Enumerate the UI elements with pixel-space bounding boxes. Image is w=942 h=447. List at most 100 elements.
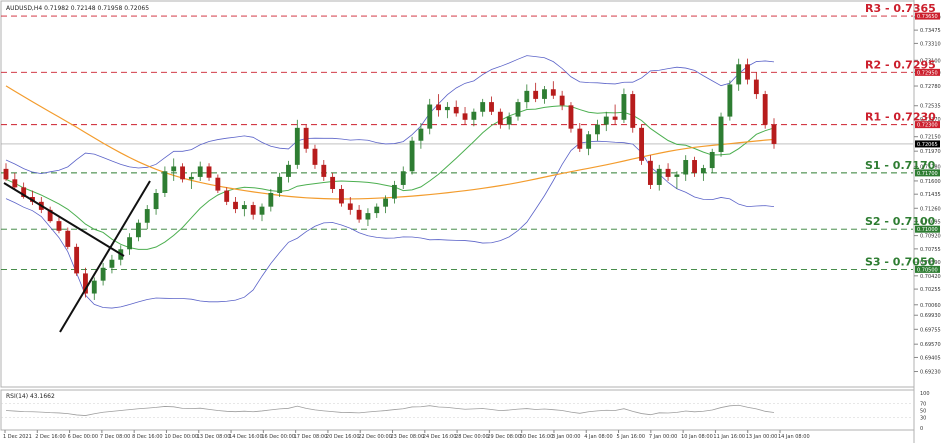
price-tick-label: 0.70255	[920, 287, 941, 293]
price-tick-label: 0.69405	[920, 355, 941, 361]
candle-body	[692, 160, 697, 173]
time-tick-label: 10 Jan 08:00	[681, 434, 713, 440]
candle-body	[771, 124, 777, 144]
candle-body	[233, 201, 238, 210]
candle-body	[312, 148, 318, 165]
time-tick-label: 4 Jan 08:00	[584, 434, 612, 440]
candle-body	[339, 188, 344, 204]
time-tick-label: 16 Dec 00:00	[261, 434, 295, 440]
candle-body	[444, 106, 450, 111]
rsi-tick-label: 100	[920, 391, 930, 397]
price-tick-label: 0.71435	[920, 192, 941, 198]
candle-body	[294, 127, 300, 165]
candle-body	[56, 221, 62, 231]
candle-body	[321, 164, 327, 177]
candle-body	[586, 134, 592, 149]
candle-body	[700, 168, 706, 173]
candle-body	[577, 128, 583, 149]
candle-body	[153, 192, 159, 210]
time-tick-label: 17 Dec 08:00	[294, 434, 328, 440]
candle-body	[612, 116, 618, 120]
candle-body	[621, 94, 627, 120]
time-tick-label: 23 Dec 08:00	[391, 434, 425, 440]
price-tick-label: 0.70420	[920, 274, 941, 280]
candle-body	[277, 176, 283, 193]
candle-body	[171, 166, 177, 172]
time-tick-label: 29 Dec 08:00	[487, 434, 521, 440]
time-tick-label: 5 Jan 16:00	[617, 434, 645, 440]
candle-body	[427, 104, 433, 129]
symbol-info: AUDUSD,H4 0.71982 0.72148 0.71958 0.7206…	[6, 5, 149, 12]
candle-body	[109, 259, 115, 268]
candle-body	[515, 102, 521, 117]
time-tick-label: 22 Dec 00:00	[358, 434, 392, 440]
level-price-badge-text: 0.70500	[917, 267, 938, 273]
price-tick-label: 0.73475	[920, 28, 941, 34]
price-tick-label: 0.70920	[920, 234, 941, 240]
time-tick-label: 10 Dec 00:00	[164, 434, 198, 440]
candle-body	[127, 237, 133, 250]
time-tick-label: 28 Dec 00:00	[455, 434, 489, 440]
candle-body	[656, 168, 662, 185]
candle-body	[188, 176, 194, 180]
price-tick-label: 0.73310	[920, 41, 941, 47]
time-tick-label: 3 Jan 00:00	[552, 434, 580, 440]
candle-body	[365, 213, 371, 220]
price-tick-label: 0.69755	[920, 327, 941, 333]
candle-body	[524, 90, 530, 103]
price-tick-label: 0.72150	[920, 135, 941, 141]
candle-body	[665, 168, 671, 177]
candle-body	[162, 171, 168, 193]
candle-body	[356, 209, 362, 220]
candle-body	[639, 127, 645, 161]
candle-body	[533, 90, 539, 99]
candle-body	[215, 177, 221, 191]
candle-body	[3, 168, 9, 180]
candle-body	[753, 79, 759, 95]
candle-body	[453, 106, 459, 114]
price-tick-label: 0.69230	[920, 370, 941, 376]
candle-body	[303, 127, 309, 149]
candle-body	[709, 151, 715, 169]
price-tick-label: 0.69930	[920, 313, 941, 319]
candle-body	[462, 113, 468, 120]
time-tick-label: 2 Dec 16:00	[35, 434, 65, 440]
price-tick-label: 0.69570	[920, 342, 941, 348]
price-tick-label: 0.72780	[920, 84, 941, 90]
time-tick-label: 20 Dec 16:00	[326, 434, 360, 440]
candle-body	[65, 230, 71, 247]
candle-body	[471, 111, 477, 120]
candle-body	[250, 205, 256, 215]
candle-body	[144, 209, 150, 223]
candle-body	[568, 105, 574, 129]
candle-body	[400, 171, 406, 185]
candle-body	[374, 206, 380, 214]
time-tick-label: 24 Dec 16:00	[423, 434, 457, 440]
level-price-badge-text: 0.73650	[917, 14, 938, 20]
time-tick-label: 7 Jan 00:00	[649, 434, 677, 440]
time-tick-label: 14 Dec 16:00	[229, 434, 263, 440]
candle-body	[647, 160, 653, 185]
candle-body	[550, 89, 556, 96]
candle-body	[506, 116, 512, 125]
rsi-tick-label: 70	[920, 402, 926, 408]
candle-body	[480, 102, 486, 112]
candle-body	[409, 140, 415, 172]
rsi-tick-label: 50	[920, 409, 926, 415]
price-tick-label: 0.72535	[920, 104, 941, 110]
candle-body	[259, 206, 265, 215]
candle-body	[595, 124, 600, 135]
candle-body	[674, 174, 680, 177]
candle-body	[268, 192, 274, 207]
chart-canvas: AUDUSD,H4 0.71982 0.72148 0.71958 0.7206…	[0, 0, 942, 443]
level-price-badge-text: 0.72300	[917, 123, 938, 129]
time-tick-label: 13 Jan 00:00	[746, 434, 778, 440]
candle-body	[91, 280, 97, 294]
candle-body	[489, 102, 494, 112]
price-tick-label: 0.71970	[920, 149, 941, 155]
price-tick-label: 0.71260	[920, 206, 941, 212]
candle-body	[197, 166, 203, 177]
candle-body	[74, 246, 80, 274]
price-tick-label: 0.70755	[920, 247, 941, 253]
price-tick-label: 0.71600	[920, 179, 941, 185]
